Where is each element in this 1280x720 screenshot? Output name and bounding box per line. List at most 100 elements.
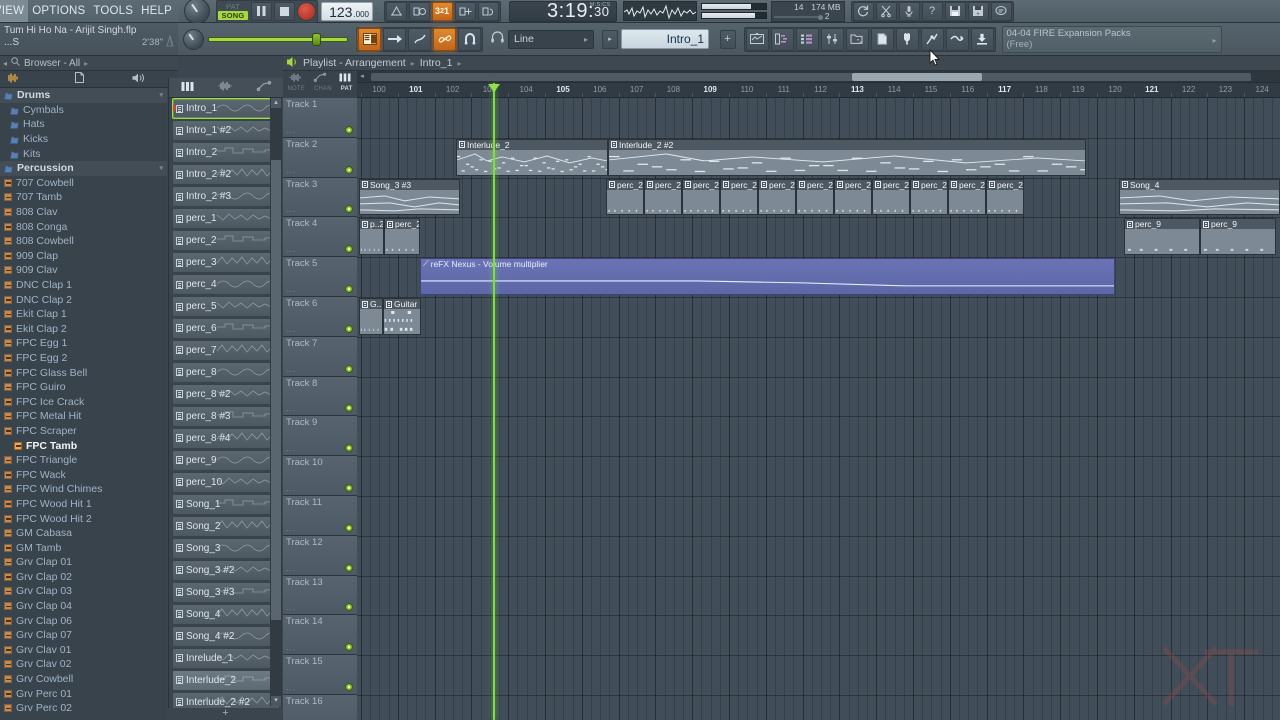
tempo-spinner[interactable]: ▴ ▾ — [375, 5, 378, 17]
track-header-5[interactable]: Track 5... — [283, 257, 357, 297]
track-handle[interactable]: ... — [286, 165, 297, 175]
browser-item-grv-clap-03[interactable]: Grv Clap 03 — [0, 584, 167, 599]
track-enable-led[interactable] — [345, 444, 353, 453]
playlist-track-headers[interactable]: Track 1... Track 2... Track 3... Track 4...… — [283, 98, 357, 720]
snap-selector[interactable]: Line ▸ — [508, 29, 594, 49]
browser-tree[interactable]: Drums ▾ Cymbals Hats Kicks Kits Percussion ▾ 707… — [0, 88, 167, 720]
pattern-item-song-3-3[interactable]: Song_3 #3 — [172, 581, 280, 603]
track-header-2[interactable]: Track 2... — [283, 137, 357, 178]
channel-rack-tab-icon[interactable] — [181, 81, 194, 95]
browser-item-dnc-clap-2[interactable]: DNC Clap 2 — [0, 292, 167, 307]
track-handle[interactable]: ... — [286, 523, 297, 533]
playlist-scroll-view-marker[interactable] — [852, 73, 982, 81]
back-arrow-icon[interactable]: ◂ — [3, 59, 7, 68]
pattern-item-perc-8-3[interactable]: perc_8 #3 — [172, 405, 280, 428]
browser-item-gm-cabasa[interactable]: GM Cabasa — [0, 526, 167, 541]
pattern-item-inrelude-1[interactable]: Inrelude_1 — [172, 647, 280, 669]
pattern-item-song-2[interactable]: Song_2 — [172, 515, 280, 537]
waveform-view-icon[interactable] — [6, 73, 19, 86]
browser-item-kicks[interactable]: Kicks — [0, 132, 167, 147]
playlist-toggle-icon[interactable] — [358, 27, 381, 51]
track-enable-led[interactable] — [345, 523, 353, 532]
magnet-icon[interactable] — [458, 27, 481, 51]
pattern-item-perc-8-2[interactable]: perc_8 #2 — [172, 383, 280, 406]
browser-item-grv-clap-02[interactable]: Grv Clap 02 — [0, 570, 167, 585]
playlist-clip[interactable]: perc_2 — [872, 178, 910, 216]
track-handle[interactable]: ... — [286, 403, 297, 413]
browser-item-grv-clap-04[interactable]: Grv Clap 04 — [0, 599, 167, 614]
browser-item-grv-clap-06[interactable]: Grv Clap 06 — [0, 613, 167, 628]
pattern-item-song-3-2[interactable]: Song_3 #2 — [172, 559, 280, 581]
tempo-display[interactable]: 123.000 — [321, 1, 373, 21]
playlist-horizontal-scrollbar[interactable]: ◂ — [357, 71, 1280, 83]
playlist-clip[interactable]: Guitar — [383, 298, 421, 335]
audio-clip-tab-icon[interactable] — [218, 81, 233, 94]
browser-item-fpc-tamb[interactable]: FPC Tamb — [0, 438, 167, 453]
browser-item-cymbals[interactable]: Cymbals — [0, 103, 167, 118]
speaker-icon[interactable] — [132, 73, 145, 86]
browser-item-fpc-triangle[interactable]: FPC Triangle — [0, 453, 167, 468]
browser-window-icon[interactable] — [845, 27, 869, 51]
help-icon[interactable]: ? — [921, 1, 943, 21]
pattern-item-perc-3[interactable]: perc_3 — [172, 251, 280, 274]
track-header-4[interactable]: Track 4... — [283, 217, 357, 258]
pattern-item-perc-5[interactable]: perc_5 — [172, 295, 280, 318]
track-enable-led[interactable] — [345, 324, 353, 333]
playlist-clip[interactable]: G..r — [359, 298, 383, 335]
browser-item-909-clav[interactable]: 909 Clav — [0, 263, 167, 278]
track-header-7[interactable]: Track 7... — [283, 336, 357, 377]
browser-item-fpc-egg-1[interactable]: FPC Egg 1 — [0, 336, 167, 351]
track-enable-led[interactable] — [345, 603, 353, 612]
browser-item-808-conga[interactable]: 808 Conga — [0, 219, 167, 234]
link-icon[interactable] — [433, 27, 456, 51]
browser-item-grv-clap-07[interactable]: Grv Clap 07 — [0, 628, 167, 643]
loop-record-icon[interactable] — [477, 1, 499, 21]
track-enable-led[interactable] — [345, 563, 353, 572]
playlist-clip[interactable]: Song_3 #3 — [359, 178, 460, 216]
record-button[interactable] — [297, 1, 316, 21]
browser-item-fpc-wood-hit-1[interactable]: FPC Wood Hit 1 — [0, 497, 167, 512]
track-handle[interactable]: ... — [286, 483, 297, 493]
project-info-icon[interactable] — [870, 27, 894, 51]
track-enable-led[interactable] — [345, 125, 353, 134]
menu-item-tools[interactable]: TOOLS — [89, 0, 137, 22]
add-pattern-row-button[interactable]: + — [168, 708, 283, 720]
track-handle[interactable]: ... — [286, 204, 297, 214]
play-pause-button[interactable] — [251, 1, 272, 21]
playlist-clip[interactable]: perc_2 — [834, 178, 872, 216]
playlist-clip[interactable]: perc_2 — [910, 178, 948, 216]
chevron-down-icon[interactable]: ▾ — [159, 164, 163, 172]
browser-item-808-clav[interactable]: 808 Clav — [0, 205, 167, 220]
track-header-9[interactable]: Track 9... — [283, 416, 357, 457]
pattern-item-intro-2[interactable]: Intro_2 — [172, 141, 280, 164]
pattern-item-song-3[interactable]: Song_3 — [172, 537, 280, 559]
browser-item-dnc-clap-1[interactable]: DNC Clap 1 — [0, 278, 167, 293]
pattern-picker-list[interactable]: Intro_1 Intro_1 #2 Intro_2 Intro_2 #2 Intro_… — [168, 98, 283, 720]
scroll-up-button[interactable]: ▴ — [271, 98, 281, 108]
playlist-clip[interactable]: perc_2 — [948, 178, 986, 216]
track-enable-led[interactable] — [345, 682, 353, 691]
picker-scrollbar[interactable]: ▴ ▾ — [270, 98, 282, 706]
plugin-database-icon[interactable] — [920, 27, 944, 51]
new-file-icon[interactable] — [75, 72, 84, 86]
scroll-down-button[interactable]: ▾ — [271, 696, 281, 706]
playlist-clip[interactable]: perc_2 — [986, 178, 1024, 216]
browser-item-kits[interactable]: Kits — [0, 146, 167, 161]
master-pitch-knob[interactable] — [184, 0, 210, 24]
browser-item-grv-clav-02[interactable]: Grv Clav 02 — [0, 657, 167, 672]
song-pattern-toggle[interactable]: PAT SONG — [218, 1, 248, 22]
browser-item-707-cowbell[interactable]: 707 Cowbell — [0, 176, 167, 191]
track-handle[interactable]: ... — [286, 642, 297, 652]
search-icon[interactable] — [11, 57, 20, 69]
pat-tool-label[interactable]: PAT — [341, 86, 353, 92]
channel-rack-window-icon[interactable] — [795, 27, 819, 51]
browser-item-909-clap[interactable]: 909 Clap — [0, 249, 167, 264]
track-handle[interactable]: ... — [286, 602, 297, 612]
chat-icon[interactable] — [990, 1, 1012, 21]
playlist-breadcrumb-arrangement[interactable]: Playlist - Arrangement — [303, 57, 406, 69]
playlist-clip[interactable]: perc_2 — [682, 178, 720, 216]
track-handle[interactable]: ... — [286, 244, 297, 254]
track-handle[interactable]: ... — [286, 284, 297, 294]
master-volume-slider[interactable] — [208, 32, 348, 46]
track-enable-led[interactable] — [345, 245, 353, 254]
